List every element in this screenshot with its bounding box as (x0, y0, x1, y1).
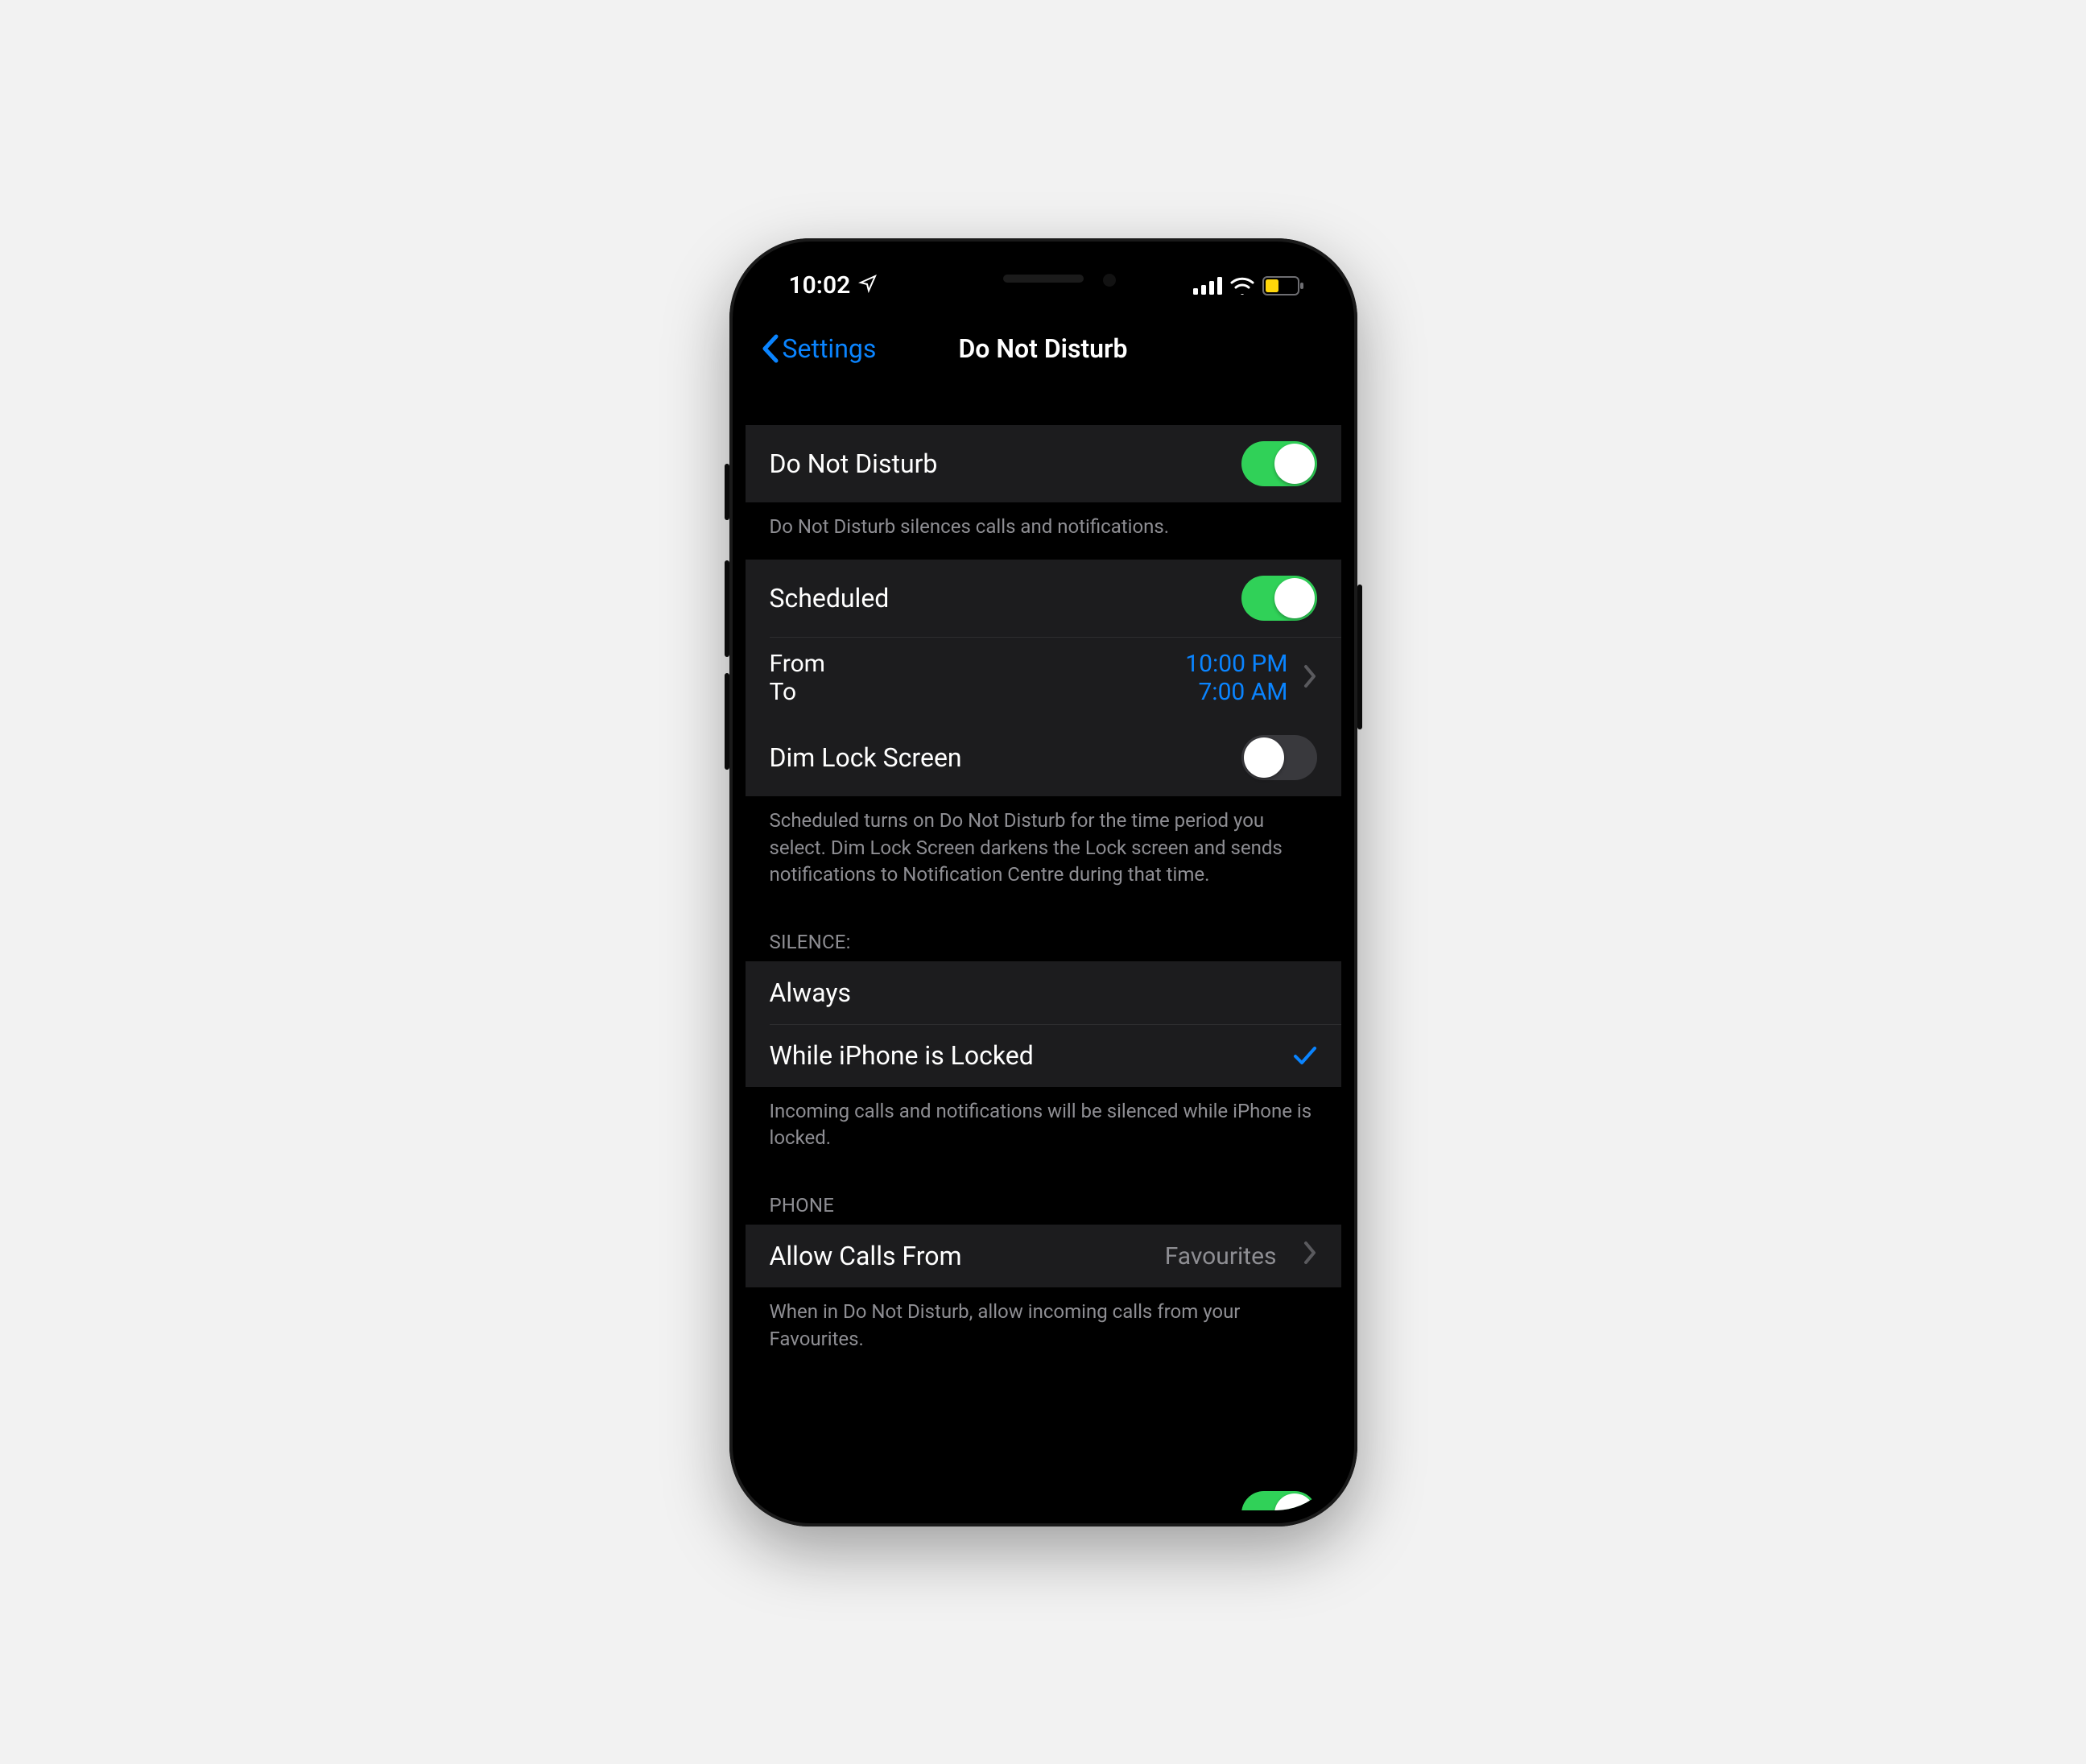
allow-calls-row[interactable]: Allow Calls From Favourites (746, 1225, 1341, 1287)
back-button[interactable]: Settings (760, 333, 877, 364)
silence-footer: Incoming calls and notifications will be… (746, 1087, 1341, 1171)
nav-bar: Settings Do Not Disturb (746, 317, 1341, 380)
scheduled-toggle[interactable] (1241, 576, 1317, 621)
silence-header: SILENCE: (746, 908, 1341, 961)
phone-frame: 10:02 (729, 238, 1357, 1526)
settings-content[interactable]: Do Not Disturb Do Not Disturb silences c… (746, 380, 1341, 1510)
next-toggle-peek[interactable] (1241, 1491, 1317, 1510)
speaker-grille (1003, 275, 1084, 283)
back-label: Settings (783, 333, 877, 364)
notch (898, 254, 1188, 303)
to-label: To (770, 678, 797, 706)
phone-power-button (1357, 585, 1362, 729)
scheduled-label: Scheduled (770, 583, 890, 613)
from-value: 10:00 PM (1185, 650, 1287, 678)
dnd-label: Do Not Disturb (770, 448, 938, 479)
status-time: 10:02 (789, 271, 851, 300)
silence-always-label: Always (770, 977, 852, 1008)
scheduled-toggle-row[interactable]: Scheduled (746, 560, 1341, 637)
from-label: From (770, 650, 826, 678)
allow-calls-label: Allow Calls From (770, 1241, 962, 1271)
location-arrow-icon (858, 271, 878, 300)
cellular-signal-icon (1193, 277, 1222, 295)
silence-always-row[interactable]: Always (746, 961, 1341, 1024)
silence-while-locked-row[interactable]: While iPhone is Locked (746, 1024, 1341, 1087)
battery-icon (1262, 276, 1304, 295)
allow-calls-value: Favourites (1165, 1242, 1277, 1270)
schedule-time-row[interactable]: From 10:00 PM To 7:00 AM (746, 637, 1341, 719)
dnd-footer: Do Not Disturb silences calls and notifi… (746, 502, 1341, 560)
phone-volume-down (725, 673, 729, 770)
wifi-icon (1230, 277, 1254, 295)
silence-while-locked-label: While iPhone is Locked (770, 1040, 1034, 1071)
chevron-right-icon (1303, 1241, 1317, 1271)
phone-header: PHONE (746, 1171, 1341, 1225)
front-camera (1103, 274, 1116, 287)
page-title: Do Not Disturb (958, 333, 1127, 364)
scheduled-footer: Scheduled turns on Do Not Disturb for th… (746, 796, 1341, 908)
phone-mute-switch (725, 464, 729, 520)
dnd-toggle[interactable] (1241, 441, 1317, 486)
dnd-toggle-row[interactable]: Do Not Disturb (746, 425, 1341, 502)
dim-toggle[interactable] (1241, 735, 1317, 780)
checkmark-icon (1293, 1045, 1317, 1066)
dim-label: Dim Lock Screen (770, 742, 962, 773)
chevron-left-icon (760, 333, 781, 364)
phone-volume-up (725, 560, 729, 657)
screen: 10:02 (746, 254, 1341, 1510)
chevron-right-icon (1303, 664, 1317, 692)
phone-footer: When in Do Not Disturb, allow incoming c… (746, 1287, 1341, 1372)
to-value: 7:00 AM (1198, 678, 1287, 706)
dim-lock-screen-row[interactable]: Dim Lock Screen (746, 719, 1341, 796)
